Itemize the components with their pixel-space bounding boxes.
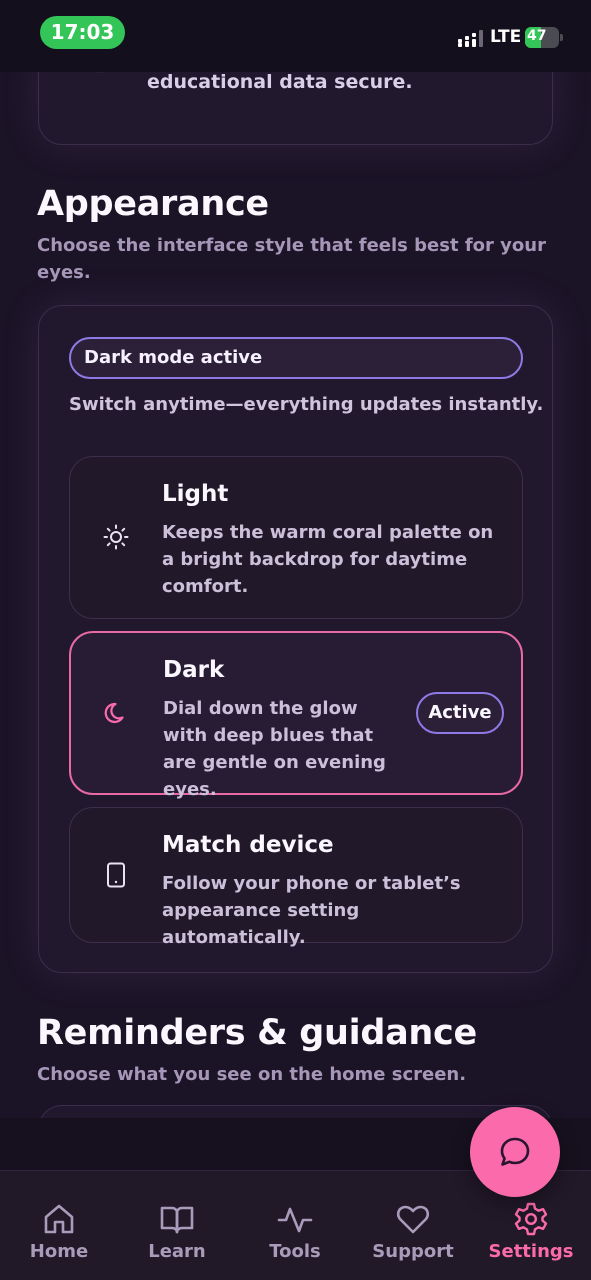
- battery-cap: [560, 34, 563, 41]
- moon-icon: [104, 702, 124, 724]
- heart-icon: [396, 1205, 430, 1234]
- tab-label: Home: [29, 1241, 89, 1262]
- theme-option-dark[interactable]: Dark Dial down the glow with deep blues …: [69, 631, 523, 800]
- tab-support[interactable]: Support: [354, 1171, 472, 1280]
- appearance-title: Appearance: [37, 184, 269, 224]
- theme-option-light[interactable]: Light Keeps the warm coral palette on a …: [69, 456, 523, 619]
- theme-option-title: Match device: [162, 832, 334, 858]
- book-icon: [160, 1206, 194, 1234]
- switch-note: Switch anytime—everything updates instan…: [69, 394, 544, 415]
- gear-icon: [514, 1202, 548, 1236]
- network-type: LTE: [490, 27, 522, 47]
- tab-label: Tools: [269, 1241, 321, 1262]
- tab-label: Learn: [148, 1241, 206, 1262]
- tab-learn[interactable]: Learn: [118, 1171, 236, 1280]
- appearance-card: Dark mode active Switch anytime—everythi…: [38, 305, 553, 973]
- chat-fab-button[interactable]: [470, 1107, 560, 1197]
- tab-home[interactable]: Home: [0, 1171, 118, 1280]
- theme-option-description: Keeps the warm coral palette on a bright…: [162, 522, 494, 597]
- theme-option-match-device[interactable]: Match device Follow your phone or tablet…: [69, 807, 523, 948]
- signal-icon: [458, 30, 483, 47]
- battery-indicator: 47: [525, 27, 559, 48]
- privacy-card-text: educational data secure.: [147, 71, 413, 93]
- chat-bubble-icon: [500, 1137, 530, 1166]
- home-icon: [44, 1204, 74, 1234]
- theme-option-description: Dial down the glow with deep blues that …: [163, 698, 386, 800]
- status-bar: 17:03 LTE 47: [0, 0, 591, 72]
- theme-option-title: Dark: [163, 657, 225, 683]
- tab-tools[interactable]: Tools: [236, 1171, 354, 1280]
- tab-label: Support: [372, 1241, 454, 1262]
- sun-icon: [103, 524, 129, 550]
- status-time: 17:03: [40, 16, 125, 49]
- theme-option-description: Follow your phone or tablet’s appearance…: [162, 873, 461, 948]
- reminders-title: Reminders & guidance: [37, 1013, 477, 1053]
- theme-option-title: Light: [162, 481, 229, 507]
- reminders-subtitle: Choose what you see on the home screen.: [37, 1064, 467, 1085]
- mode-status-badge: Dark mode active: [69, 337, 523, 379]
- tablet-icon: [107, 862, 125, 888]
- tab-label: Settings: [488, 1241, 574, 1262]
- active-badge: Active: [416, 692, 504, 734]
- appearance-subtitle: Choose the interface style that feels be…: [37, 235, 546, 283]
- battery-percent: 47: [527, 28, 547, 44]
- activity-icon: [277, 1207, 313, 1233]
